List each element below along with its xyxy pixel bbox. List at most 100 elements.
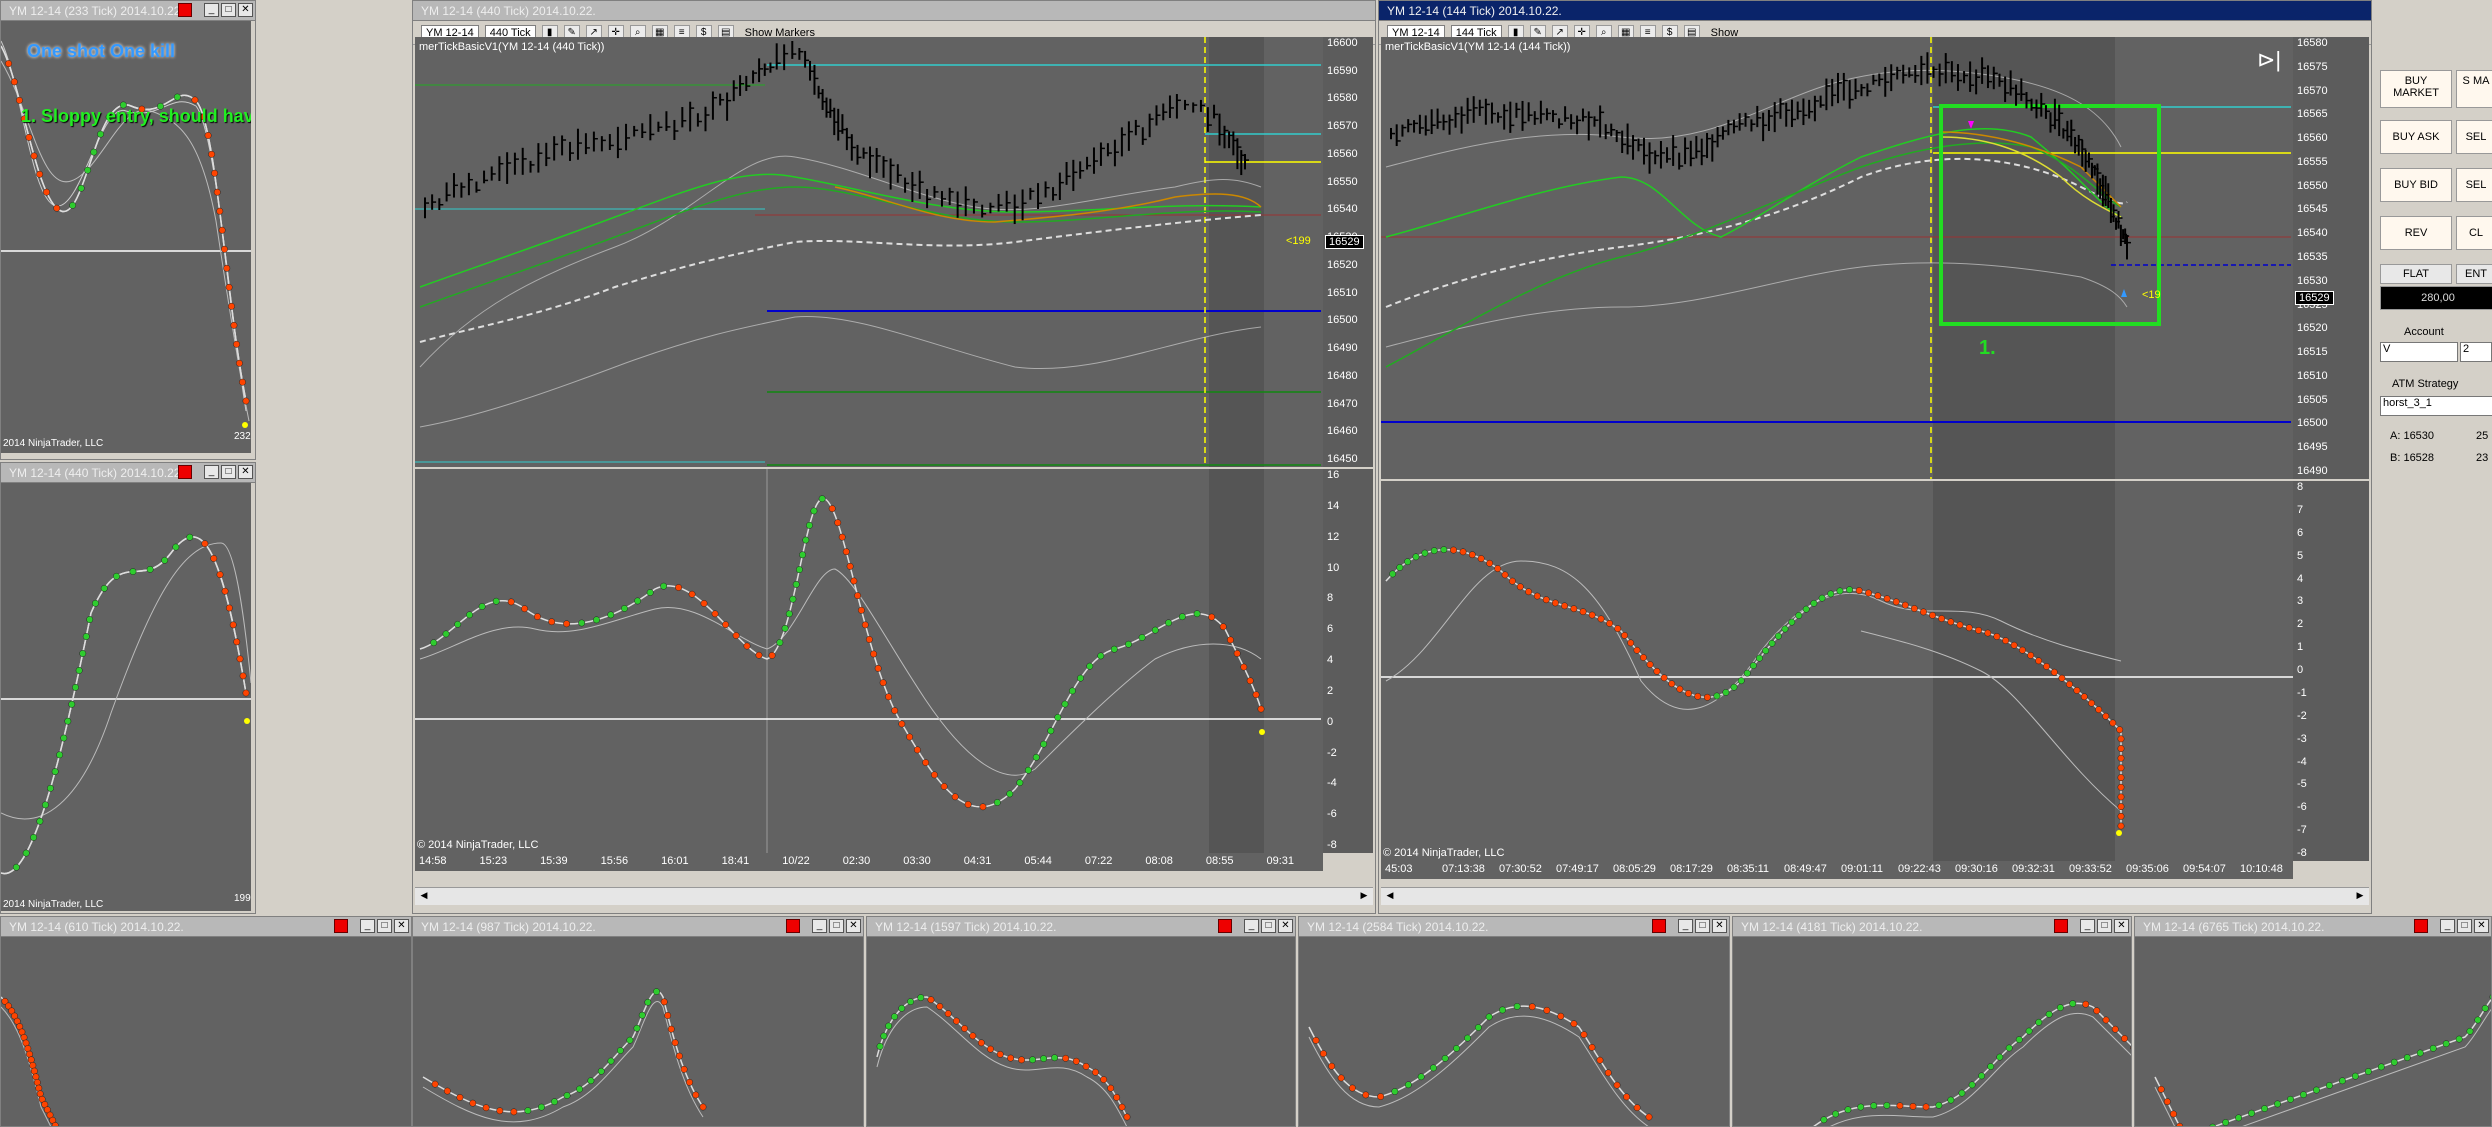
signal-dot — [1613, 1081, 1621, 1089]
minimize-button[interactable]: _ — [1244, 919, 1259, 933]
alert-icon[interactable] — [1218, 919, 1232, 933]
minimize-button[interactable]: _ — [204, 3, 219, 17]
alert-icon[interactable] — [2414, 919, 2428, 933]
window-titlebar[interactable]: YM 12-14 (233 Tick) 2014.10.22. _ □ ✕ — [1, 1, 255, 21]
time-axis[interactable]: 14:58 15:23 15:39 15:56 16:01 18:41 10/22 02:30… — [415, 853, 1323, 871]
scroll-left-icon[interactable]: ◀ — [417, 890, 431, 902]
signal-dot — [660, 998, 668, 1006]
scroll-left-icon[interactable]: ◀ — [1383, 890, 1397, 902]
minimize-button[interactable]: _ — [204, 465, 219, 479]
account-select[interactable]: V — [2380, 342, 2458, 362]
quantity-field[interactable]: 2 — [2460, 342, 2492, 362]
buy-ask-button[interactable]: BUY ASK — [2380, 120, 2452, 154]
window-titlebar[interactable]: YM 12-14 (1597 Tick) 2014.10.22. _ □ ✕ — [867, 917, 1295, 937]
sell-market-button[interactable]: S MA — [2456, 70, 2492, 108]
chart-plot[interactable] — [1733, 937, 2131, 1126]
window-titlebar[interactable]: YM 12-14 (144 Tick) 2014.10.22. — [1379, 1, 2371, 21]
close-button[interactable]: ✕ — [1712, 919, 1727, 933]
close-button[interactable]: ✕ — [1278, 919, 1293, 933]
signal-dot — [1614, 625, 1622, 633]
time-axis[interactable]: 45:03 07:13:38 07:30:52 07:49:17 08:05:29 08:… — [1381, 861, 2293, 879]
signal-dot — [671, 1039, 679, 1047]
close-button[interactable]: ✕ — [846, 919, 861, 933]
window-titlebar[interactable]: YM 12-14 (4181 Tick) 2014.10.22. _ □ ✕ — [1733, 917, 2131, 937]
signal-dot — [29, 1061, 37, 1069]
horizontal-scrollbar[interactable]: ◀ ▶ — [415, 887, 1373, 905]
close-button[interactable]: ✕ — [2114, 919, 2129, 933]
sell-bid-button[interactable]: SEL — [2456, 168, 2492, 202]
signal-dot — [1513, 1002, 1521, 1010]
maximize-button[interactable]: □ — [221, 3, 236, 17]
signal-dot — [1596, 1056, 1604, 1064]
buy-bid-button[interactable]: BUY BID — [2380, 168, 2452, 202]
scroll-to-end-icon[interactable]: ⊳| — [2257, 47, 2281, 73]
chart-plot[interactable] — [867, 937, 1295, 1126]
price-panel[interactable]: merTickBasicV1(YM 12-14 (440 Tick)) <199 — [415, 37, 1323, 467]
price-axis[interactable]: 16580 16575 16570 16565 16560 16555 16550 16545… — [2293, 37, 2369, 479]
chart-plot[interactable]: 2014 NinjaTrader, LLC 199 — [1, 483, 251, 911]
close-button[interactable]: ✕ — [394, 919, 409, 933]
close-button[interactable]: ✕ — [238, 3, 253, 17]
sell-ask-button[interactable]: SEL — [2456, 120, 2492, 154]
maximize-button[interactable]: □ — [2457, 919, 2472, 933]
window-titlebar[interactable]: YM 12-14 (440 Tick) 2014.10.22. _ □ ✕ — [1, 463, 255, 483]
minimize-button[interactable]: _ — [2080, 919, 2095, 933]
alert-icon[interactable] — [178, 465, 192, 479]
oscillator-axis[interactable]: 8 7 6 5 4 3 2 1 0 -1 -2 -3 -4 -5 -6 -7 -8 — [2293, 481, 2369, 861]
alert-icon[interactable] — [334, 919, 348, 933]
close-button[interactable]: ✕ — [238, 465, 253, 479]
signal-dot — [2117, 774, 2125, 782]
axis-tick-label: 10 — [1327, 561, 1340, 574]
maximize-button[interactable]: □ — [829, 919, 844, 933]
chart-plot[interactable]: One shot One kill 1. Sloppy entry, shoul… — [1, 21, 251, 453]
maximize-button[interactable]: □ — [1261, 919, 1276, 933]
window-titlebar[interactable]: YM 12-14 (6765 Tick) 2014.10.22. _ □ ✕ — [2135, 917, 2491, 937]
time-tick-label: 07:49:17 — [1556, 863, 1599, 875]
minimize-button[interactable]: _ — [1678, 919, 1693, 933]
horizontal-scrollbar[interactable]: ◀ ▶ — [1381, 887, 2369, 905]
scroll-right-icon[interactable]: ▶ — [1357, 890, 1371, 902]
oscillator-panel[interactable]: © 2014 NinjaTrader, LLC — [1381, 481, 2293, 861]
axis-tick-label: 12 — [1327, 530, 1340, 543]
oscillator-axis[interactable]: 16 14 12 10 8 6 4 2 0 -2 -4 -6 -8 — [1323, 469, 1373, 853]
window-titlebar[interactable]: YM 12-14 (987 Tick) 2014.10.22. _ □ ✕ — [413, 917, 863, 937]
alert-icon[interactable] — [1652, 919, 1666, 933]
time-tick-label: 09:32:31 — [2012, 863, 2055, 875]
minimize-button[interactable]: _ — [360, 919, 375, 933]
buy-market-button[interactable]: BUY MARKET — [2380, 70, 2452, 108]
window-titlebar[interactable]: YM 12-14 (440 Tick) 2014.10.22. — [413, 1, 1375, 21]
alert-icon[interactable] — [178, 3, 192, 17]
chart-plot[interactable] — [2135, 937, 2491, 1126]
signal-dot — [913, 746, 921, 754]
signal-dot — [644, 998, 652, 1006]
reverse-button[interactable]: REV — [2380, 216, 2452, 250]
atm-strategy-select[interactable]: horst_3_1 — [2380, 396, 2492, 416]
maximize-button[interactable]: □ — [2097, 919, 2112, 933]
close-position-button[interactable]: CL — [2456, 216, 2492, 250]
signal-dot — [692, 1091, 700, 1099]
window-titlebar[interactable]: YM 12-14 (610 Tick) 2014.10.22. _ □ ✕ — [1, 917, 411, 937]
axis-tick-label: 16490 — [1327, 342, 1358, 355]
alert-icon[interactable] — [2054, 919, 2068, 933]
axis-tick-label: 16 — [1327, 469, 1340, 481]
maximize-button[interactable]: □ — [221, 465, 236, 479]
signal-dot — [1968, 1081, 1976, 1089]
axis-tick-label: 16580 — [1327, 92, 1358, 105]
minimize-button[interactable]: _ — [812, 919, 827, 933]
signal-dot — [1430, 547, 1438, 555]
minimize-button[interactable]: _ — [2440, 919, 2455, 933]
scroll-right-icon[interactable]: ▶ — [2353, 890, 2367, 902]
window-titlebar[interactable]: YM 12-14 (2584 Tick) 2014.10.22. _ □ ✕ — [1299, 917, 1729, 937]
maximize-button[interactable]: □ — [377, 919, 392, 933]
close-button[interactable]: ✕ — [2474, 919, 2489, 933]
price-panel[interactable]: merTickBasicV1(YM 12-14 (144 Tick)) 1. <… — [1381, 37, 2293, 479]
bottom-chart-window: YM 12-14 (4181 Tick) 2014.10.22. _ □ ✕ — [1732, 916, 2132, 1127]
price-axis[interactable]: 1660016590165801657016560165501654016530… — [1323, 37, 1373, 467]
alert-icon[interactable] — [786, 919, 800, 933]
chart-plot[interactable] — [413, 937, 863, 1126]
chart-plot[interactable] — [1, 937, 411, 1126]
chart-plot[interactable] — [1299, 937, 1729, 1126]
signal-dot — [225, 283, 233, 291]
maximize-button[interactable]: □ — [1695, 919, 1710, 933]
oscillator-panel[interactable]: © 2014 NinjaTrader, LLC — [415, 469, 1323, 853]
